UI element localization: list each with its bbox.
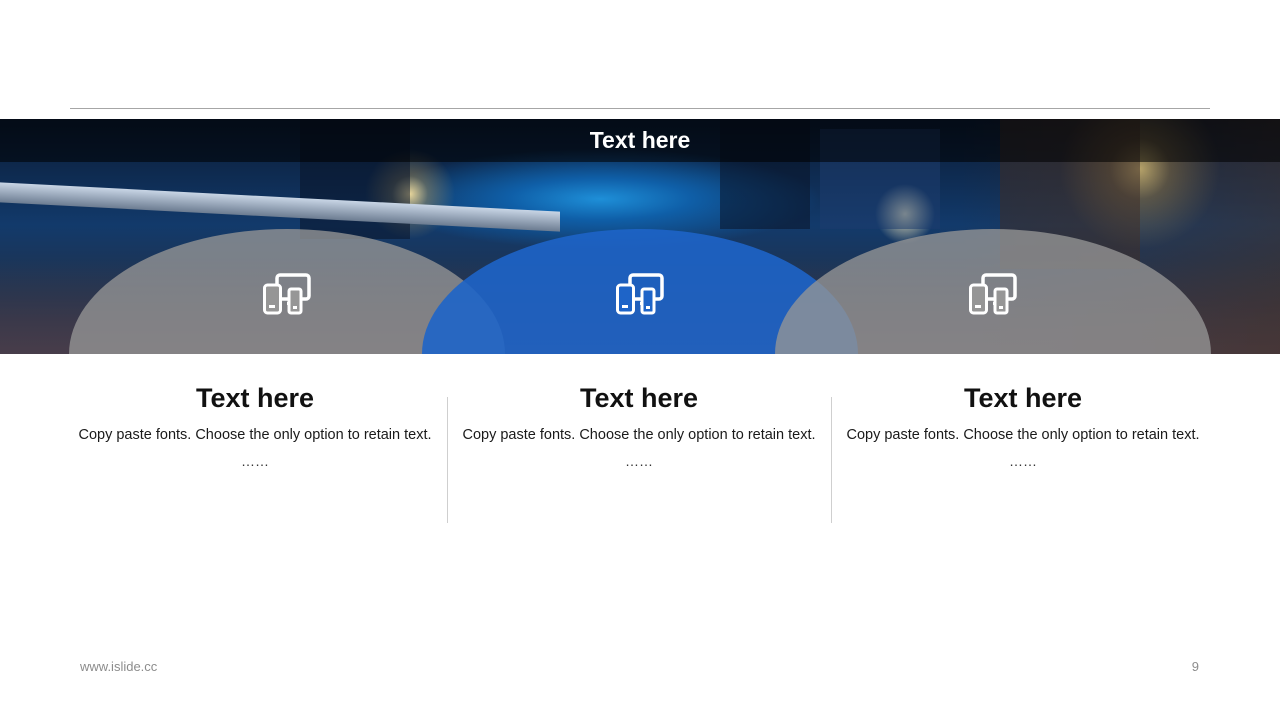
- column-1-ellipsis: ……: [241, 453, 269, 469]
- column-1-title: Text here: [195, 383, 315, 413]
- banner-title: Text here: [589, 127, 691, 153]
- devices-icon: [263, 273, 311, 354]
- column-1-body: Copy paste fonts. Choose the only option…: [78, 427, 432, 443]
- top-divider: [70, 108, 1210, 109]
- column-3: Text here Copy paste fonts. Choose the o…: [831, 380, 1215, 470]
- column-2-title: Text here: [579, 383, 699, 413]
- footer-url: www.islide.cc: [80, 659, 158, 674]
- column-3-ellipsis: ……: [1009, 453, 1037, 469]
- banner-title-bar: Text here: [0, 119, 1280, 162]
- page-number: 9: [1191, 659, 1199, 674]
- column-2-ellipsis: ……: [625, 453, 653, 469]
- column-2-body: Copy paste fonts. Choose the only option…: [462, 427, 816, 443]
- devices-icon: [969, 273, 1017, 354]
- column-3-body: Copy paste fonts. Choose the only option…: [846, 427, 1200, 443]
- devices-icon: [616, 273, 664, 354]
- column-2: Text here Copy paste fonts. Choose the o…: [447, 380, 831, 470]
- city-banner-image: Text here: [0, 119, 1280, 354]
- column-3-title: Text here: [963, 383, 1083, 413]
- column-1: Text here Copy paste fonts. Choose the o…: [63, 380, 447, 470]
